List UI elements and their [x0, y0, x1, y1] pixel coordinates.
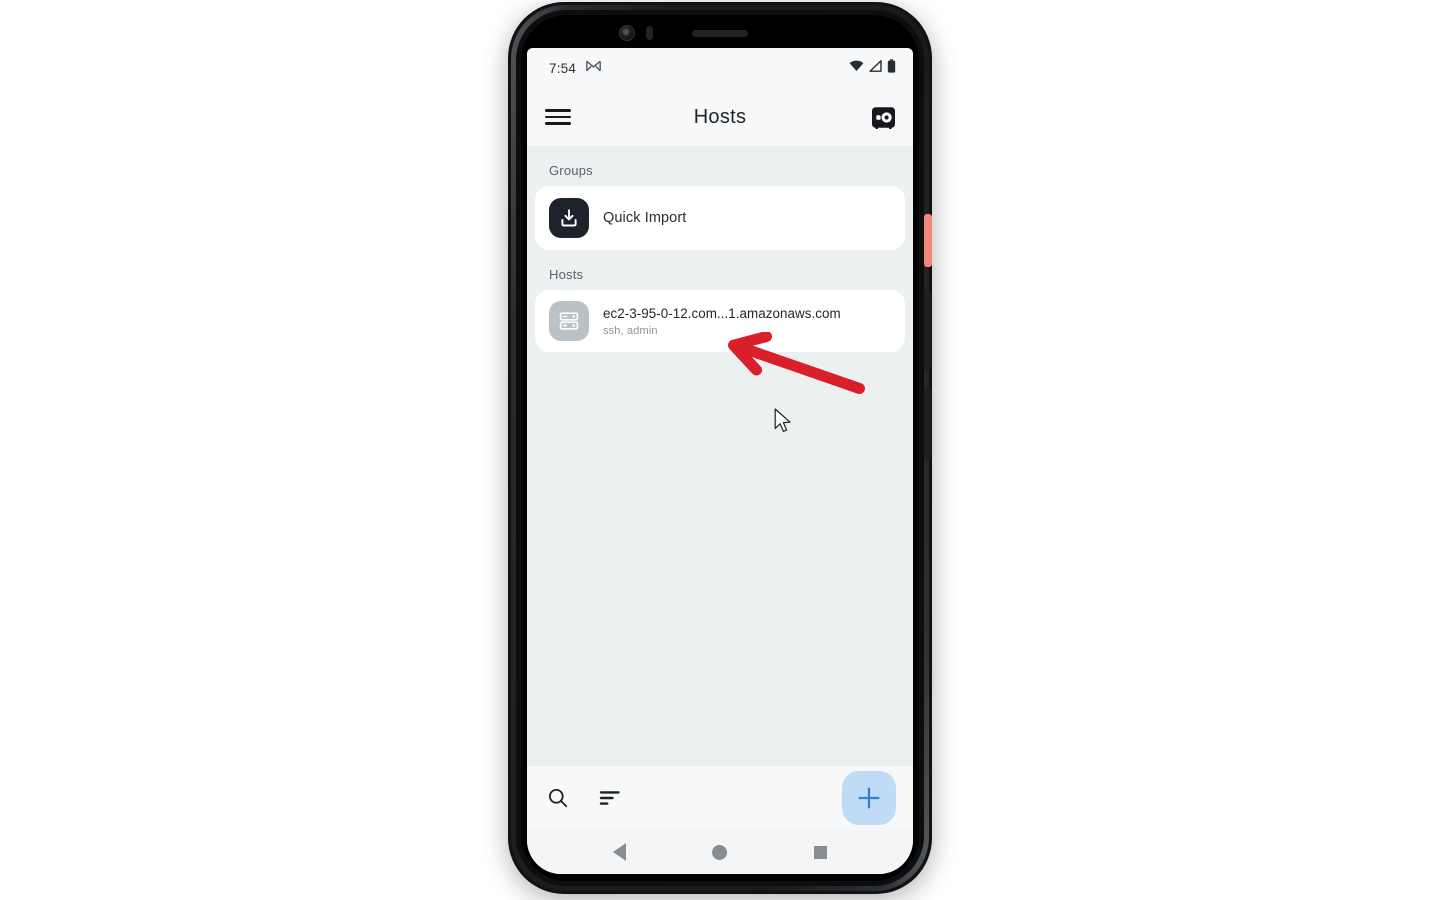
app-bar: Hosts — [527, 88, 913, 146]
front-camera-lens — [623, 29, 629, 35]
host-subtitle: ssh, admin — [603, 324, 658, 337]
status-bar-right — [849, 58, 896, 78]
gmail-icon — [586, 59, 602, 77]
status-bar-left: 7:54 — [549, 59, 602, 77]
sort-icon[interactable] — [597, 785, 623, 811]
status-bar-clock: 7:54 — [549, 60, 577, 76]
status-bar: 7:54 — [527, 48, 913, 88]
hamburger-menu-icon[interactable] — [545, 107, 571, 127]
list-item-quick-import[interactable]: Quick Import — [535, 186, 905, 250]
main-content: Groups Quick Import Hosts ec2-3-95-0-12.… — [527, 146, 913, 766]
phone-screen: 7:54 Hosts Groups Quick Import Hosts ec2… — [527, 48, 913, 874]
volume-up-button[interactable] — [924, 290, 931, 370]
nav-recents-icon[interactable] — [806, 837, 836, 867]
host-text-block: ec2-3-95-0-12.com...1.amazonaws.com ssh,… — [603, 306, 841, 337]
android-nav-bar — [527, 830, 913, 874]
add-host-fab[interactable] — [842, 771, 896, 825]
quick-import-text: Quick Import — [603, 210, 686, 226]
page-title: Hosts — [693, 105, 747, 128]
nav-back-icon[interactable] — [604, 837, 634, 867]
screenshot-canvas: 7:54 Hosts Groups Quick Import Hosts ec2… — [0, 0, 1440, 900]
section-header-hosts: Hosts — [549, 267, 584, 282]
proximity-sensor-icon — [646, 26, 653, 40]
host-title: ec2-3-95-0-12.com...1.amazonaws.com — [603, 305, 841, 321]
power-button[interactable] — [924, 214, 932, 267]
list-item-host[interactable]: ec2-3-95-0-12.com...1.amazonaws.com ssh,… — [535, 290, 905, 352]
hamburger-line — [545, 122, 571, 125]
list-item-title: Quick Import — [603, 210, 687, 226]
wifi-icon — [849, 59, 864, 77]
bottom-toolbar — [527, 766, 913, 830]
battery-icon — [887, 58, 896, 78]
section-header-groups: Groups — [549, 163, 593, 178]
earpiece-speaker — [692, 30, 748, 37]
quick-import-icon — [549, 198, 589, 238]
vault-icon[interactable] — [869, 103, 897, 131]
back-triangle — [612, 843, 626, 861]
cell-signal-icon — [869, 59, 882, 77]
nav-home-icon[interactable] — [705, 837, 735, 867]
search-icon[interactable] — [545, 785, 571, 811]
home-circle — [712, 844, 728, 860]
volume-down-button[interactable] — [924, 386, 931, 460]
recents-square — [814, 845, 828, 859]
hamburger-line — [545, 115, 571, 119]
hamburger-line — [545, 109, 571, 112]
server-rack-icon — [549, 301, 589, 341]
